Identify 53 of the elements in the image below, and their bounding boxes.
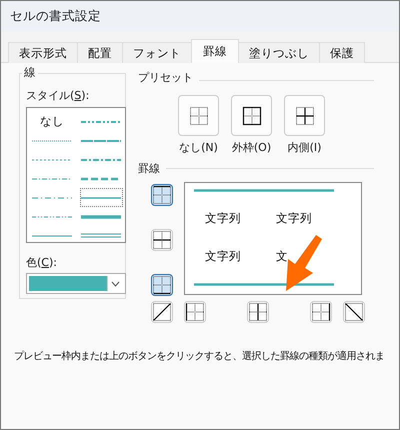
tab[interactable]: フォント (122, 42, 192, 63)
border-icon (294, 106, 314, 126)
border-icon (311, 302, 331, 322)
line-style-icon (81, 196, 122, 200)
border-icon (152, 230, 172, 250)
description-text: プレビュー枠内または上のボタンをクリックすると、選択した罫線の種類が適用されま (14, 350, 386, 363)
line-style-icon (81, 214, 122, 218)
preset-button[interactable] (231, 95, 272, 136)
border-icon (152, 185, 172, 205)
preset-button[interactable] (178, 95, 219, 136)
tab[interactable]: 保護 (319, 42, 365, 63)
sample-text: 文字列 (276, 210, 313, 226)
window-title: セルの書式設定 (10, 8, 101, 24)
line-style-icon (32, 214, 72, 218)
tab[interactable]: 塗りつぶし (238, 42, 320, 63)
border-icon (152, 275, 172, 295)
tab[interactable]: 罫線 (191, 39, 239, 63)
group-title: 線 (22, 65, 38, 80)
border-icon (242, 106, 262, 126)
line-style-icon (32, 176, 72, 180)
line-style-option[interactable] (80, 188, 123, 207)
section-title: 罫線 (138, 161, 160, 176)
preset-label: 外枠(O) (232, 140, 272, 155)
preset-label: 内側(I) (288, 140, 322, 155)
sample-text: 文字列 (205, 249, 242, 264)
line-style-icon (81, 120, 122, 124)
line-style-icon (32, 158, 72, 162)
preset-button[interactable] (284, 95, 325, 136)
preset-label: なし(N) (179, 140, 218, 155)
line-style-option[interactable]: なし (30, 112, 74, 131)
border-icon (248, 302, 268, 322)
line-style-icon (81, 138, 122, 142)
border-preview[interactable]: 文字列 文字列 文字列 文 (184, 182, 362, 295)
tab[interactable]: 配置 (77, 42, 123, 63)
border-toggle-button[interactable] (151, 184, 173, 206)
section-title: プリセット (138, 70, 193, 85)
tab[interactable]: 表示形式 (8, 42, 78, 63)
line-style-icon (32, 196, 72, 200)
chevron-down-icon (111, 280, 120, 286)
border-icon (344, 302, 364, 322)
border-toggle-button[interactable] (151, 274, 173, 296)
sample-text: 文 (276, 249, 289, 264)
border-icon (185, 302, 205, 322)
border-icon (152, 302, 172, 322)
style-label: スタイル(S): (26, 88, 90, 103)
double-line-icon (81, 233, 122, 238)
sample-text: 文字列 (205, 210, 242, 226)
line-style-icon (81, 158, 122, 162)
border-icon (188, 106, 208, 126)
line-style-icon (32, 234, 72, 238)
color-dropdown[interactable] (26, 273, 126, 294)
color-label: 色(C): (26, 255, 58, 270)
line-style-icon (32, 138, 72, 142)
